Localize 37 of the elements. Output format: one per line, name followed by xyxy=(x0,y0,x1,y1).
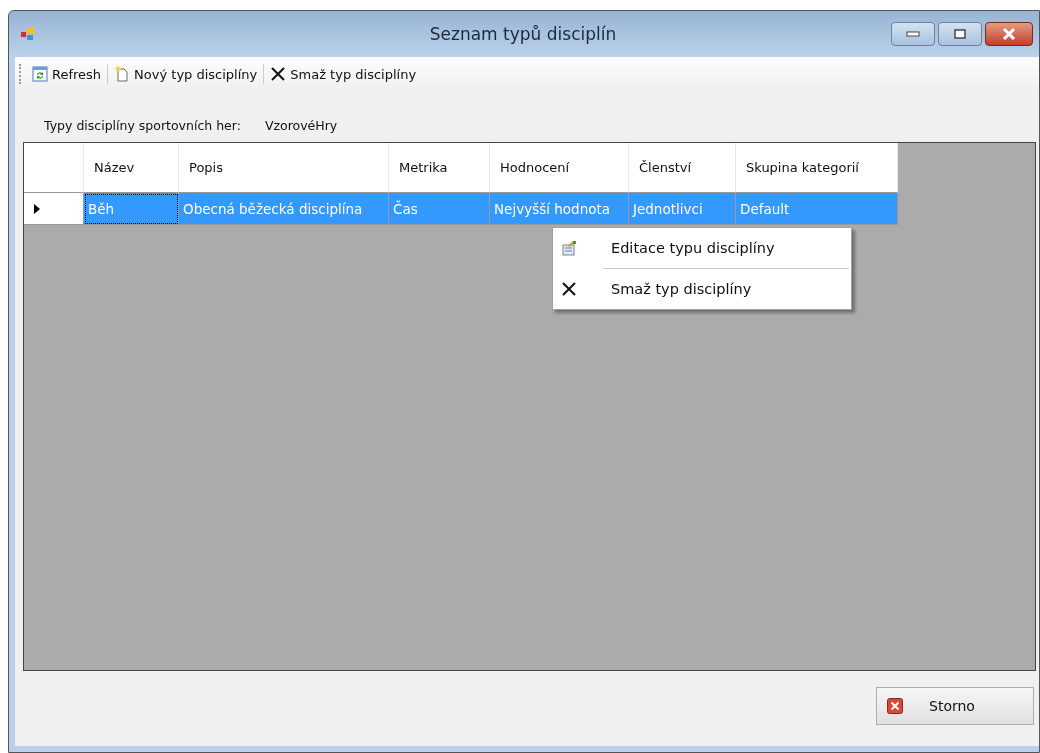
minimize-button[interactable] xyxy=(891,22,935,46)
column-header[interactable]: Popis xyxy=(179,143,389,193)
current-row-arrow-icon xyxy=(34,203,40,214)
table-cell: Obecná běžecká disciplína xyxy=(179,193,389,225)
close-icon xyxy=(1002,28,1016,40)
column-header[interactable]: Název xyxy=(84,143,179,193)
window-title: Seznam typů disciplín xyxy=(428,24,618,44)
toolbar-button[interactable]: Refresh xyxy=(28,64,106,84)
column-header[interactable]: Členství xyxy=(629,143,736,193)
table-cell: Běh xyxy=(84,193,179,225)
close-button[interactable] xyxy=(985,22,1033,46)
table-cell: Default xyxy=(736,193,898,225)
app-icon xyxy=(21,27,35,41)
cancel-button[interactable]: Storno xyxy=(876,687,1034,725)
toolbar-button[interactable]: Smaž typ disciplíny xyxy=(266,64,421,84)
column-header[interactable]: Metrika xyxy=(389,143,490,193)
menu-item[interactable]: Editace typu disciplíny xyxy=(555,230,849,266)
menu-item[interactable]: Smaž typ disciplíny xyxy=(555,271,849,307)
maximize-button[interactable] xyxy=(938,22,982,46)
column-header[interactable]: Skupina kategorií xyxy=(736,143,898,193)
refresh-icon xyxy=(32,66,48,82)
toolbar-button[interactable]: Nový typ disciplíny xyxy=(110,64,262,84)
delete-x-icon xyxy=(270,66,287,82)
minimize-icon xyxy=(906,31,920,37)
edit-form-icon xyxy=(561,240,577,256)
games-label: Typy disciplíny sportovních her: xyxy=(44,118,241,135)
maximize-icon xyxy=(954,29,966,39)
table-cell: Čas xyxy=(389,193,490,225)
corner-header xyxy=(24,143,84,193)
close-icon xyxy=(887,698,903,714)
delete-x-icon xyxy=(561,281,577,297)
new-document-icon xyxy=(114,66,131,82)
table-cell: Nejvyšší hodnota xyxy=(490,193,629,225)
games-value: VzorovéHry xyxy=(264,118,338,135)
table-cell: Jednotlivci xyxy=(629,193,736,225)
row-header[interactable] xyxy=(24,193,84,225)
column-header[interactable]: Hodnocení xyxy=(490,143,629,193)
